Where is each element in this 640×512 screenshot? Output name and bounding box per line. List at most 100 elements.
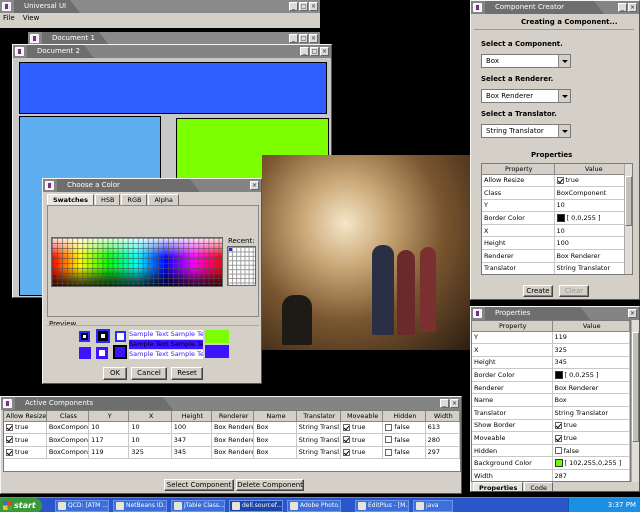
delete-component-button[interactable]: Delete Component bbox=[236, 479, 304, 491]
property-row[interactable]: Hidden false bbox=[472, 444, 630, 458]
property-value[interactable]: Box bbox=[552, 393, 630, 408]
checkbox[interactable] bbox=[342, 448, 350, 456]
table-cell[interactable]: 117 bbox=[88, 433, 130, 447]
property-row[interactable]: Width 287 bbox=[472, 469, 630, 481]
close-icon[interactable]: × bbox=[450, 399, 459, 408]
menu-file[interactable]: File bbox=[3, 13, 15, 24]
component-select[interactable]: Box bbox=[481, 54, 571, 68]
property-value[interactable]: BoxComponent bbox=[554, 186, 632, 200]
minimize-icon[interactable]: _ bbox=[300, 47, 309, 56]
table-cell[interactable]: Box bbox=[253, 446, 297, 460]
table-cell[interactable]: BoxCompon... bbox=[46, 421, 90, 435]
column-header-value[interactable]: Value bbox=[554, 164, 632, 175]
table-cell[interactable]: 325 bbox=[128, 446, 172, 460]
reset-button[interactable]: Reset bbox=[171, 367, 203, 380]
minimize-icon[interactable]: _ bbox=[618, 3, 627, 12]
property-value[interactable]: 325 bbox=[552, 343, 630, 357]
recent-swatches[interactable] bbox=[227, 246, 256, 286]
close-icon[interactable]: × bbox=[309, 2, 318, 11]
property-value[interactable]: [ 0,0,255 ] bbox=[552, 368, 630, 382]
column-header[interactable]: Name bbox=[253, 411, 297, 422]
table-row[interactable]: true BoxCompon...119 325 345 Box RendererBox… bbox=[4, 446, 460, 460]
column-header[interactable]: Translator bbox=[296, 411, 341, 422]
table-cell[interactable]: BoxCompon... bbox=[46, 446, 90, 460]
checkbox[interactable] bbox=[385, 436, 393, 444]
checkbox[interactable] bbox=[342, 436, 350, 444]
properties-titlebar[interactable]: Properties × bbox=[471, 307, 639, 320]
table-cell[interactable]: 100 bbox=[171, 421, 213, 435]
property-row[interactable]: Name Box bbox=[472, 393, 630, 408]
renderer-select[interactable]: Box Renderer bbox=[481, 89, 571, 103]
menu-view[interactable]: View bbox=[23, 13, 40, 24]
column-header[interactable]: X bbox=[128, 411, 172, 422]
property-row[interactable]: Translator String Translator bbox=[472, 406, 630, 420]
checkbox[interactable] bbox=[385, 423, 393, 431]
creator-properties-scrollbar[interactable] bbox=[624, 164, 632, 274]
property-value[interactable]: 287 bbox=[552, 469, 630, 481]
checkbox[interactable] bbox=[385, 448, 393, 456]
property-value[interactable]: 10 bbox=[554, 199, 632, 213]
property-value[interactable]: 119 bbox=[552, 331, 630, 345]
recent-swatch-blue[interactable] bbox=[229, 248, 232, 251]
table-cell[interactable]: Box Renderer bbox=[211, 446, 255, 460]
translator-select[interactable]: String Translator bbox=[481, 124, 571, 138]
table-cell[interactable]: BoxCompon... bbox=[46, 433, 90, 447]
table-cell[interactable]: 10 bbox=[128, 433, 172, 447]
table-cell[interactable]: String Transl... bbox=[296, 433, 341, 447]
active-components-titlebar[interactable]: Active Components _ × bbox=[1, 397, 461, 410]
table-cell[interactable]: 10 bbox=[88, 421, 130, 435]
properties-scrollbar[interactable] bbox=[631, 320, 639, 482]
column-header[interactable]: Class bbox=[46, 411, 90, 422]
property-row[interactable]: Background Color [ 102,255,0,255 ] bbox=[472, 456, 630, 471]
property-row[interactable]: Height 345 bbox=[472, 356, 630, 370]
property-value[interactable]: true bbox=[552, 419, 630, 433]
table-cell[interactable]: Box bbox=[253, 433, 297, 447]
property-value[interactable]: Box Renderer bbox=[552, 381, 630, 395]
table-cell[interactable]: 347 bbox=[171, 433, 213, 447]
color-swatch[interactable] bbox=[556, 214, 565, 223]
table-cell[interactable]: true bbox=[4, 433, 47, 447]
clear-button[interactable]: Clear bbox=[559, 285, 589, 297]
minimize-icon[interactable]: _ bbox=[289, 34, 298, 43]
table-cell[interactable]: true bbox=[4, 421, 47, 435]
table-cell[interactable]: 280 bbox=[425, 433, 460, 447]
tab-properties[interactable]: Properties bbox=[473, 482, 524, 491]
swatch-grid[interactable] bbox=[51, 237, 223, 287]
table-cell[interactable]: 297 bbox=[425, 446, 460, 460]
close-icon[interactable]: × bbox=[628, 309, 637, 318]
property-value[interactable]: [ 102,255,0,255 ] bbox=[552, 456, 630, 471]
table-cell[interactable]: true bbox=[340, 421, 384, 435]
checkbox[interactable] bbox=[342, 423, 350, 431]
property-value[interactable]: 345 bbox=[552, 356, 630, 370]
property-value[interactable]: [ 0,0,255 ] bbox=[554, 211, 632, 225]
ok-button[interactable]: OK bbox=[103, 367, 127, 380]
tab-code[interactable]: Code bbox=[524, 482, 553, 491]
property-row[interactable]: Y 10 bbox=[482, 199, 632, 213]
table-cell[interactable]: String Transl... bbox=[296, 421, 341, 435]
property-row[interactable]: Height 100 bbox=[482, 236, 632, 251]
property-value[interactable]: String Translator bbox=[554, 262, 632, 274]
color-swatch[interactable] bbox=[554, 371, 563, 380]
component-creator-titlebar[interactable]: Component Creator _ × bbox=[471, 1, 639, 14]
checkbox[interactable] bbox=[554, 447, 562, 455]
checkbox[interactable] bbox=[6, 436, 13, 444]
property-row[interactable]: X 325 bbox=[472, 343, 630, 357]
property-value[interactable]: true bbox=[554, 174, 632, 188]
table-cell[interactable]: true bbox=[340, 433, 384, 447]
property-value[interactable]: 10 bbox=[554, 224, 632, 238]
checkbox[interactable] bbox=[556, 176, 564, 184]
property-value[interactable]: String Translator bbox=[552, 406, 630, 420]
table-cell[interactable]: 119 bbox=[88, 446, 130, 460]
taskbar-item[interactable]: NetBeans ID... bbox=[113, 500, 167, 512]
table-cell[interactable]: 613 bbox=[425, 421, 460, 435]
column-header[interactable]: Allow Resize bbox=[4, 411, 47, 422]
minimize-icon[interactable]: _ bbox=[289, 2, 298, 11]
property-row[interactable]: Show Border true bbox=[472, 419, 630, 433]
box-component-top[interactable] bbox=[19, 62, 327, 114]
table-row[interactable]: trueBoxCompon...1010100Box RendererBoxSt… bbox=[4, 421, 460, 435]
scrollbar-thumb[interactable] bbox=[632, 332, 639, 442]
table-cell[interactable]: false bbox=[382, 421, 426, 435]
table-cell[interactable]: false bbox=[382, 433, 426, 447]
table-cell[interactable]: String Transl... bbox=[296, 446, 341, 460]
column-header[interactable]: Width bbox=[425, 411, 460, 422]
